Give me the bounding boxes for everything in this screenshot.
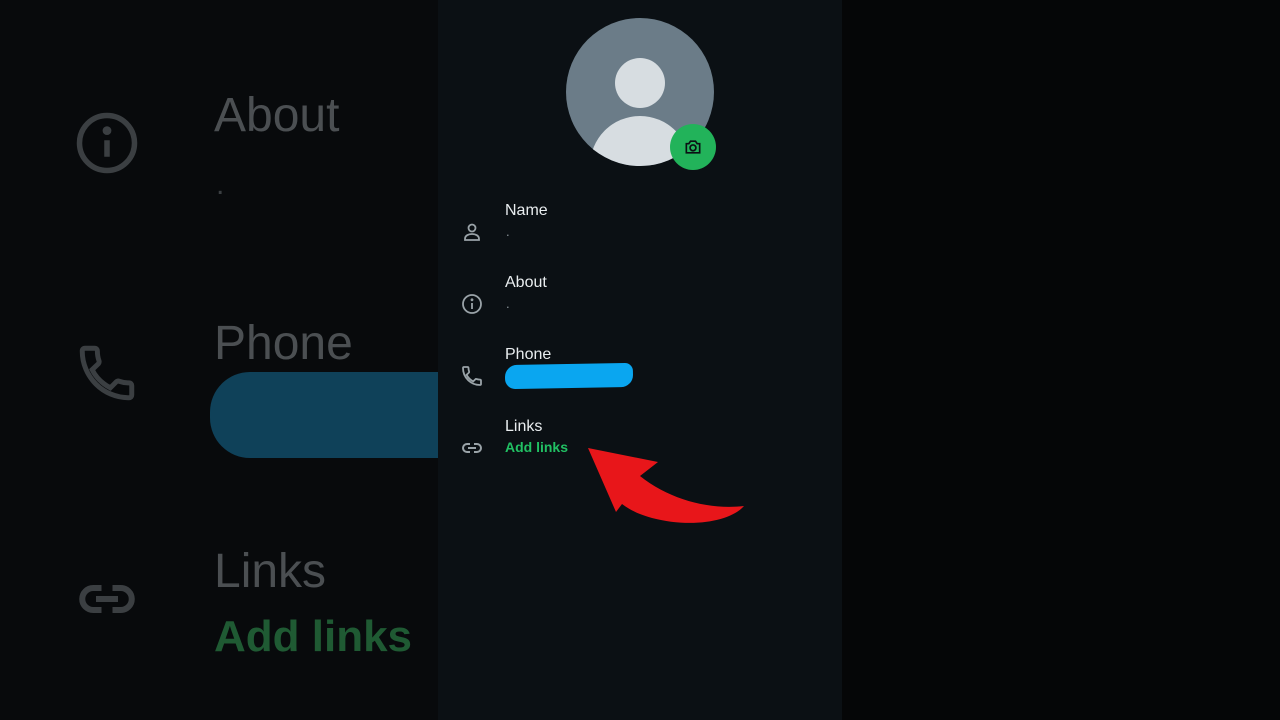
background-about-title: About [214,89,340,142]
background-links-value: Add links [214,612,413,661]
about-value: . [506,296,510,311]
profile-screen: Name . About . Phone Links Add links [438,0,842,720]
background-right [842,0,1280,720]
link-icon [462,443,482,453]
background-phone-title: Phone [214,317,353,370]
links-label: Links [505,418,543,435]
person-icon [464,223,480,241]
info-icon [76,112,138,174]
add-links-link[interactable]: Add links [505,439,568,455]
phone-row[interactable]: Phone [438,346,842,406]
avatar-head [615,58,665,108]
about-label: About [505,274,547,291]
about-row[interactable]: About . [438,274,842,334]
phone-icon [462,366,482,386]
annotation-arrow-icon [588,448,744,523]
phone-label: Phone [505,346,552,363]
link-icon [79,584,135,614]
background-about-value: . [216,168,225,201]
phone-number-redaction [504,362,634,390]
phone-icon [79,345,135,401]
change-photo-button[interactable] [670,124,716,170]
name-label: Name [505,202,548,219]
name-value: . [506,224,510,239]
background-links-title: Links [214,545,327,598]
background-phone-redaction [210,372,438,458]
background-zoom-left: About . Phone Links Add links [0,0,438,720]
info-icon [462,294,482,314]
camera-icon [685,140,701,154]
name-row[interactable]: Name . [438,202,842,262]
